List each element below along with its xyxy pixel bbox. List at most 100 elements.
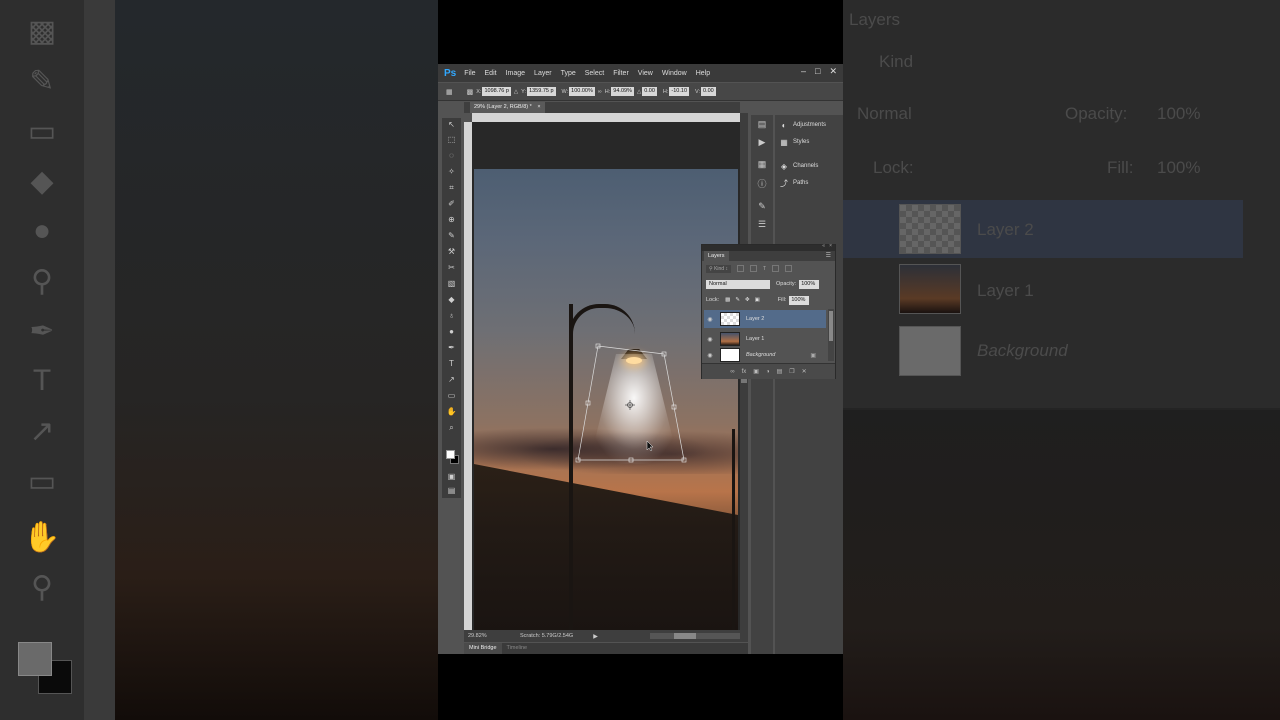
document-close-icon[interactable]: × xyxy=(537,104,540,110)
document-image[interactable] xyxy=(474,169,738,630)
tool-presets-icon[interactable]: ☰ xyxy=(751,219,773,230)
canvas-area[interactable] xyxy=(472,122,740,630)
lock-position-icon[interactable]: ✥ xyxy=(745,297,750,303)
quick-mask-icon[interactable]: ▣ xyxy=(442,472,461,482)
hand-tool-icon[interactable]: ✋ xyxy=(442,407,461,417)
tab-timeline[interactable]: Timeline xyxy=(502,643,533,654)
panel-close-icon[interactable]: × xyxy=(829,243,832,249)
collapse-icon[interactable]: « xyxy=(822,243,825,249)
filter-pixel-icon[interactable] xyxy=(736,265,744,272)
lock-image-icon[interactable]: ✎ xyxy=(735,297,740,303)
zoom-tool-icon[interactable]: ⌕ xyxy=(442,423,461,433)
filter-shape-icon[interactable] xyxy=(772,265,780,272)
vskew-field[interactable]: 0.00 xyxy=(701,87,716,96)
horizontal-ruler[interactable] xyxy=(472,113,740,122)
stamp-tool-icon[interactable]: ⚒ xyxy=(442,247,461,257)
reference-point-icon[interactable]: ▩ xyxy=(467,88,474,96)
document-tab[interactable]: 29% (Layer 2, RGB/8) * × xyxy=(470,102,545,113)
delete-layer-icon[interactable]: ✕ xyxy=(802,368,807,375)
filter-adjustment-icon[interactable] xyxy=(749,265,757,272)
angle-field[interactable]: 0.00 xyxy=(642,87,657,96)
hskew-field[interactable]: -10.10 xyxy=(669,87,690,96)
pen-tool-icon[interactable]: ✒ xyxy=(442,343,461,353)
menu-filter[interactable]: Filter xyxy=(613,70,629,77)
layer-row[interactable]: ◉ Layer 1 xyxy=(704,330,826,348)
link-icon[interactable]: ∞ xyxy=(598,89,602,95)
filter-smart-object-icon[interactable] xyxy=(785,265,793,272)
magic-wand-tool-icon[interactable]: ✧ xyxy=(442,167,461,177)
layer-row[interactable]: ◉ Layer 2 xyxy=(704,310,826,328)
new-layer-icon[interactable]: ❐ xyxy=(789,368,794,375)
canvas-horizontal-scroll-thumb[interactable] xyxy=(674,633,696,639)
w-field[interactable]: 100.00% xyxy=(569,87,595,96)
screen-mode-icon[interactable]: ▤ xyxy=(442,486,461,496)
status-menu-arrow-icon[interactable]: ▶ xyxy=(593,633,598,640)
tab-mini-bridge[interactable]: Mini Bridge xyxy=(464,643,502,654)
x-field[interactable]: 1098.76 p xyxy=(482,87,511,96)
menu-file[interactable]: File xyxy=(464,70,475,77)
history-brush-tool-icon[interactable]: ✂ xyxy=(442,263,461,273)
healing-tool-icon[interactable]: ⊕ xyxy=(442,215,461,225)
dodge-tool-icon[interactable]: ● xyxy=(442,327,461,337)
layers-scroll-thumb[interactable] xyxy=(829,311,833,341)
crop-tool-icon[interactable]: ⌗ xyxy=(442,183,461,193)
type-tool-icon[interactable]: T xyxy=(442,359,461,369)
vertical-ruler[interactable] xyxy=(464,122,472,630)
actions-panel-icon[interactable]: ▶ xyxy=(751,137,773,148)
menu-view[interactable]: View xyxy=(638,70,653,77)
shape-tool-icon[interactable]: ▭ xyxy=(442,391,461,401)
zoom-level[interactable]: 29.82% xyxy=(468,633,494,639)
lock-transparent-icon[interactable]: ▩ xyxy=(725,297,730,303)
menu-help[interactable]: Help xyxy=(696,70,710,77)
transform-bounding-box[interactable] xyxy=(474,169,738,630)
filter-type-icon[interactable]: T xyxy=(763,266,766,272)
canvas-horizontal-scrollbar[interactable] xyxy=(650,633,740,639)
eye-icon[interactable]: ◉ xyxy=(704,336,716,343)
menu-window[interactable]: Window xyxy=(662,70,687,77)
path-selection-tool-icon[interactable]: ↗ xyxy=(442,375,461,385)
eye-icon[interactable]: ◉ xyxy=(704,316,716,323)
tab-layers[interactable]: Layers xyxy=(704,251,729,261)
paths-panel-button[interactable]: ⤴ Paths xyxy=(779,176,808,190)
transform-center-icon[interactable] xyxy=(625,400,635,410)
y-field[interactable]: 1359.75 p xyxy=(527,87,556,96)
move-tool-icon[interactable]: ↖ xyxy=(442,120,461,130)
eraser-tool-icon[interactable]: ▧ xyxy=(442,279,461,289)
add-mask-icon[interactable]: ▣ xyxy=(753,368,759,375)
properties-panel-icon[interactable]: ▦ xyxy=(751,159,773,170)
menu-edit[interactable]: Edit xyxy=(485,70,497,77)
delta-icon[interactable]: △ xyxy=(514,89,518,95)
info-panel-icon[interactable]: ⓘ xyxy=(751,177,773,190)
eye-icon[interactable]: ◉ xyxy=(704,352,716,359)
filter-kind-select[interactable]: ⚲ Kind ↕ xyxy=(706,264,731,273)
menu-layer[interactable]: Layer xyxy=(534,70,552,77)
menu-image[interactable]: Image xyxy=(506,70,525,77)
channels-panel-button[interactable]: ◈ Channels xyxy=(779,159,818,173)
foreground-color-swatch[interactable] xyxy=(446,450,455,459)
link-layers-icon[interactable]: ∞ xyxy=(730,369,734,375)
blend-mode-select[interactable]: Normal xyxy=(706,279,770,289)
minimize-button[interactable]: – xyxy=(801,66,806,77)
layer-row[interactable]: ◉ Background ▣ xyxy=(704,348,826,362)
blur-tool-icon[interactable]: ♁ xyxy=(442,311,461,321)
h-field[interactable]: 94.09% xyxy=(611,87,634,96)
marquee-tool-icon[interactable]: ⬚ xyxy=(442,135,461,145)
eyedropper-tool-icon[interactable]: ✐ xyxy=(442,199,461,209)
adjustment-layer-icon[interactable]: ◑ xyxy=(766,369,770,375)
close-button[interactable]: ✕ xyxy=(829,66,837,77)
menu-select[interactable]: Select xyxy=(585,70,604,77)
history-panel-icon[interactable]: ▤ xyxy=(751,119,773,130)
new-group-icon[interactable]: ▤ xyxy=(777,368,783,375)
menu-type[interactable]: Type xyxy=(561,70,576,77)
styles-panel-button[interactable]: ▦ Styles xyxy=(779,135,809,149)
gradient-tool-icon[interactable]: ◆ xyxy=(442,295,461,305)
opacity-field[interactable]: 100% xyxy=(799,279,820,289)
brush-tool-icon[interactable]: ✎ xyxy=(442,231,461,241)
layers-scrollbar[interactable] xyxy=(828,309,834,361)
lock-all-icon[interactable]: ▣ xyxy=(755,297,760,303)
lasso-tool-icon[interactable]: ◌ xyxy=(442,151,461,161)
brush-presets-icon[interactable]: ✎ xyxy=(751,201,773,212)
panel-menu-icon[interactable]: ☰ xyxy=(826,252,831,259)
adjustments-panel-button[interactable]: ◐ Adjustments xyxy=(779,118,826,132)
maximize-button[interactable]: □ xyxy=(815,66,820,77)
